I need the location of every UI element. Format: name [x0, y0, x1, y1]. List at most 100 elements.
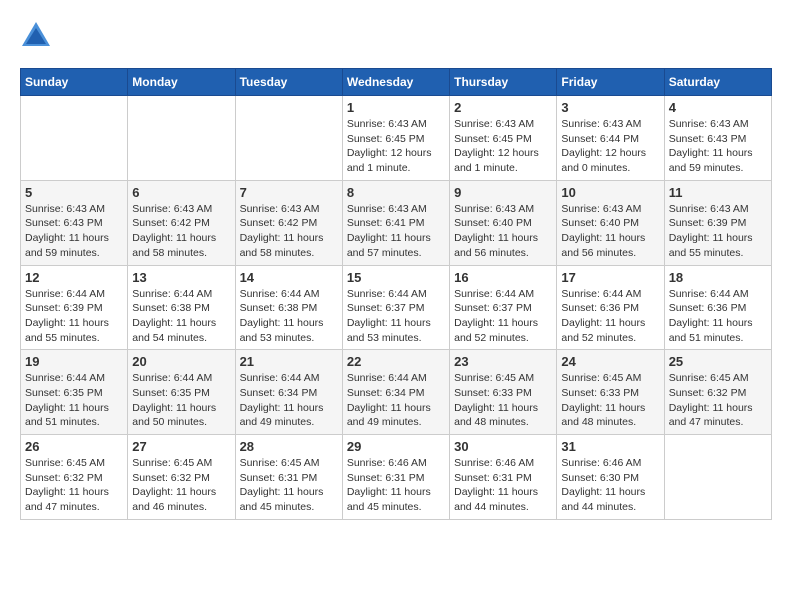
- calendar-cell: 27 Sunrise: 6:45 AM Sunset: 6:32 PM Dayli…: [128, 435, 235, 520]
- weekday-header-sunday: Sunday: [21, 69, 128, 96]
- day-info: Sunrise: 6:43 AM Sunset: 6:41 PM Dayligh…: [347, 202, 445, 261]
- day-number: 27: [132, 439, 230, 454]
- day-info: Sunrise: 6:43 AM Sunset: 6:42 PM Dayligh…: [132, 202, 230, 261]
- calendar-cell: 7 Sunrise: 6:43 AM Sunset: 6:42 PM Daylig…: [235, 180, 342, 265]
- logo-icon: [20, 20, 52, 52]
- day-number: 4: [669, 100, 767, 115]
- day-number: 30: [454, 439, 552, 454]
- weekday-header-tuesday: Tuesday: [235, 69, 342, 96]
- day-info: Sunrise: 6:44 AM Sunset: 6:35 PM Dayligh…: [25, 371, 123, 430]
- calendar-cell: 15 Sunrise: 6:44 AM Sunset: 6:37 PM Dayli…: [342, 265, 449, 350]
- calendar-week-5: 26 Sunrise: 6:45 AM Sunset: 6:32 PM Dayli…: [21, 435, 772, 520]
- calendar-cell: 10 Sunrise: 6:43 AM Sunset: 6:40 PM Dayli…: [557, 180, 664, 265]
- calendar-cell: 25 Sunrise: 6:45 AM Sunset: 6:32 PM Dayli…: [664, 350, 771, 435]
- weekday-header-friday: Friday: [557, 69, 664, 96]
- day-info: Sunrise: 6:43 AM Sunset: 6:45 PM Dayligh…: [347, 117, 445, 176]
- calendar-cell: 24 Sunrise: 6:45 AM Sunset: 6:33 PM Dayli…: [557, 350, 664, 435]
- calendar-cell: 1 Sunrise: 6:43 AM Sunset: 6:45 PM Daylig…: [342, 96, 449, 181]
- day-number: 16: [454, 270, 552, 285]
- day-info: Sunrise: 6:43 AM Sunset: 6:39 PM Dayligh…: [669, 202, 767, 261]
- day-number: 18: [669, 270, 767, 285]
- calendar-cell: [235, 96, 342, 181]
- day-number: 24: [561, 354, 659, 369]
- day-info: Sunrise: 6:44 AM Sunset: 6:39 PM Dayligh…: [25, 287, 123, 346]
- calendar-body: 1 Sunrise: 6:43 AM Sunset: 6:45 PM Daylig…: [21, 96, 772, 520]
- day-info: Sunrise: 6:43 AM Sunset: 6:40 PM Dayligh…: [561, 202, 659, 261]
- day-number: 31: [561, 439, 659, 454]
- calendar-week-2: 5 Sunrise: 6:43 AM Sunset: 6:43 PM Daylig…: [21, 180, 772, 265]
- page-header: [20, 20, 772, 52]
- weekday-header-wednesday: Wednesday: [342, 69, 449, 96]
- day-number: 11: [669, 185, 767, 200]
- day-info: Sunrise: 6:46 AM Sunset: 6:31 PM Dayligh…: [347, 456, 445, 515]
- day-info: Sunrise: 6:44 AM Sunset: 6:35 PM Dayligh…: [132, 371, 230, 430]
- day-number: 8: [347, 185, 445, 200]
- calendar-table: SundayMondayTuesdayWednesdayThursdayFrid…: [20, 68, 772, 520]
- day-number: 15: [347, 270, 445, 285]
- day-number: 17: [561, 270, 659, 285]
- day-number: 26: [25, 439, 123, 454]
- day-number: 1: [347, 100, 445, 115]
- day-number: 9: [454, 185, 552, 200]
- calendar-header: SundayMondayTuesdayWednesdayThursdayFrid…: [21, 69, 772, 96]
- calendar-cell: 18 Sunrise: 6:44 AM Sunset: 6:36 PM Dayli…: [664, 265, 771, 350]
- day-info: Sunrise: 6:44 AM Sunset: 6:37 PM Dayligh…: [454, 287, 552, 346]
- calendar-cell: 26 Sunrise: 6:45 AM Sunset: 6:32 PM Dayli…: [21, 435, 128, 520]
- day-number: 5: [25, 185, 123, 200]
- day-info: Sunrise: 6:45 AM Sunset: 6:32 PM Dayligh…: [669, 371, 767, 430]
- day-number: 21: [240, 354, 338, 369]
- day-number: 14: [240, 270, 338, 285]
- calendar-cell: 2Sunrise: 6:43 AM Sunset: 6:45 PM Daylig…: [450, 96, 557, 181]
- calendar-week-4: 19 Sunrise: 6:44 AM Sunset: 6:35 PM Dayli…: [21, 350, 772, 435]
- day-info: Sunrise: 6:44 AM Sunset: 6:37 PM Dayligh…: [347, 287, 445, 346]
- calendar-cell: 4 Sunrise: 6:43 AM Sunset: 6:43 PM Daylig…: [664, 96, 771, 181]
- calendar-cell: 30Sunrise: 6:46 AM Sunset: 6:31 PM Dayli…: [450, 435, 557, 520]
- calendar-cell: 6 Sunrise: 6:43 AM Sunset: 6:42 PM Daylig…: [128, 180, 235, 265]
- day-info: Sunrise: 6:45 AM Sunset: 6:31 PM Dayligh…: [240, 456, 338, 515]
- day-info: Sunrise: 6:43 AM Sunset: 6:40 PM Dayligh…: [454, 202, 552, 261]
- calendar-cell: 23Sunrise: 6:45 AM Sunset: 6:33 PM Dayli…: [450, 350, 557, 435]
- logo: [20, 20, 56, 52]
- day-number: 25: [669, 354, 767, 369]
- calendar-cell: 5 Sunrise: 6:43 AM Sunset: 6:43 PM Daylig…: [21, 180, 128, 265]
- calendar-cell: 17 Sunrise: 6:44 AM Sunset: 6:36 PM Dayli…: [557, 265, 664, 350]
- day-info: Sunrise: 6:45 AM Sunset: 6:32 PM Dayligh…: [25, 456, 123, 515]
- day-info: Sunrise: 6:44 AM Sunset: 6:34 PM Dayligh…: [347, 371, 445, 430]
- calendar-cell: [21, 96, 128, 181]
- calendar-cell: 31 Sunrise: 6:46 AM Sunset: 6:30 PM Dayli…: [557, 435, 664, 520]
- calendar-cell: 19 Sunrise: 6:44 AM Sunset: 6:35 PM Dayli…: [21, 350, 128, 435]
- calendar-cell: 13Sunrise: 6:44 AM Sunset: 6:38 PM Dayli…: [128, 265, 235, 350]
- calendar-cell: 16 Sunrise: 6:44 AM Sunset: 6:37 PM Dayli…: [450, 265, 557, 350]
- weekday-header-thursday: Thursday: [450, 69, 557, 96]
- calendar-week-1: 1 Sunrise: 6:43 AM Sunset: 6:45 PM Daylig…: [21, 96, 772, 181]
- day-info: Sunrise: 6:43 AM Sunset: 6:43 PM Dayligh…: [25, 202, 123, 261]
- day-number: 29: [347, 439, 445, 454]
- calendar-cell: 8 Sunrise: 6:43 AM Sunset: 6:41 PM Daylig…: [342, 180, 449, 265]
- calendar-week-3: 12Sunrise: 6:44 AM Sunset: 6:39 PM Dayli…: [21, 265, 772, 350]
- day-info: Sunrise: 6:44 AM Sunset: 6:38 PM Dayligh…: [240, 287, 338, 346]
- day-info: Sunrise: 6:43 AM Sunset: 6:43 PM Dayligh…: [669, 117, 767, 176]
- calendar-cell: 14 Sunrise: 6:44 AM Sunset: 6:38 PM Dayli…: [235, 265, 342, 350]
- calendar-cell: 9 Sunrise: 6:43 AM Sunset: 6:40 PM Daylig…: [450, 180, 557, 265]
- calendar-cell: 28 Sunrise: 6:45 AM Sunset: 6:31 PM Dayli…: [235, 435, 342, 520]
- day-info: Sunrise: 6:43 AM Sunset: 6:44 PM Dayligh…: [561, 117, 659, 176]
- day-number: 10: [561, 185, 659, 200]
- day-info: Sunrise: 6:44 AM Sunset: 6:36 PM Dayligh…: [561, 287, 659, 346]
- day-info: Sunrise: 6:45 AM Sunset: 6:33 PM Dayligh…: [454, 371, 552, 430]
- weekday-header-monday: Monday: [128, 69, 235, 96]
- day-info: Sunrise: 6:46 AM Sunset: 6:30 PM Dayligh…: [561, 456, 659, 515]
- day-info: Sunrise: 6:44 AM Sunset: 6:34 PM Dayligh…: [240, 371, 338, 430]
- day-number: 22: [347, 354, 445, 369]
- day-info: Sunrise: 6:45 AM Sunset: 6:33 PM Dayligh…: [561, 371, 659, 430]
- calendar-cell: 20Sunrise: 6:44 AM Sunset: 6:35 PM Dayli…: [128, 350, 235, 435]
- day-info: Sunrise: 6:44 AM Sunset: 6:36 PM Dayligh…: [669, 287, 767, 346]
- day-number: 6: [132, 185, 230, 200]
- day-number: 7: [240, 185, 338, 200]
- calendar-cell: 21 Sunrise: 6:44 AM Sunset: 6:34 PM Dayli…: [235, 350, 342, 435]
- day-number: 28: [240, 439, 338, 454]
- day-info: Sunrise: 6:45 AM Sunset: 6:32 PM Dayligh…: [132, 456, 230, 515]
- day-number: 19: [25, 354, 123, 369]
- calendar-cell: 11 Sunrise: 6:43 AM Sunset: 6:39 PM Dayli…: [664, 180, 771, 265]
- day-info: Sunrise: 6:43 AM Sunset: 6:42 PM Dayligh…: [240, 202, 338, 261]
- day-info: Sunrise: 6:43 AM Sunset: 6:45 PM Dayligh…: [454, 117, 552, 176]
